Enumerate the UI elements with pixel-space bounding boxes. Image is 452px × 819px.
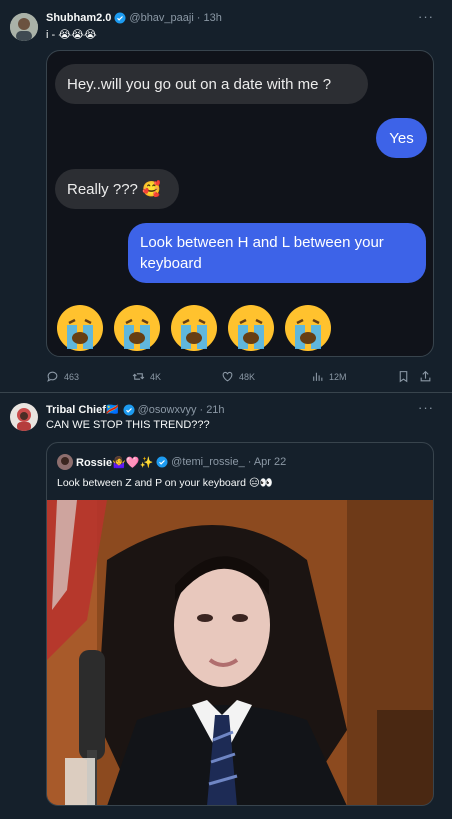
avatar[interactable] xyxy=(10,13,38,41)
tweet-tribal-chief[interactable]: Tribal Chief🇨🇩 @osowxvyy · 21h ··· CAN W… xyxy=(0,394,452,819)
timestamp[interactable]: · 21h xyxy=(199,404,224,416)
handle[interactable]: @bhav_paaji xyxy=(129,12,193,24)
reply-icon xyxy=(47,371,58,382)
retweet-icon xyxy=(132,373,145,380)
tweet-text: CAN WE STOP THIS TREND??? xyxy=(46,419,210,431)
like-icon xyxy=(222,371,233,382)
action-bar: 463 4K 48K 12M xyxy=(46,370,434,384)
tweet-shubham[interactable]: Shubham2.0 @bhav_paaji · 13h ··· i - 😭😭😭… xyxy=(0,0,452,393)
retweet-button[interactable]: 4K xyxy=(132,370,161,383)
quoted-timestamp[interactable]: · Apr 22 xyxy=(248,456,287,468)
verified-icon xyxy=(156,456,168,468)
bookmark-button[interactable] xyxy=(397,370,410,383)
crying-emoji-icon xyxy=(228,305,274,351)
tweet-header: Tribal Chief🇨🇩 @osowxvyy · 21h xyxy=(46,403,225,417)
chat-bubble-received: Really ??? 🥰 xyxy=(55,169,179,209)
quoted-display-name[interactable]: Rossie🤷‍♀️🩷✨ xyxy=(76,456,153,469)
timestamp[interactable]: · 13h xyxy=(197,12,222,24)
tweet-header: Shubham2.0 @bhav_paaji · 13h xyxy=(46,12,222,24)
retweet-count: 4K xyxy=(150,371,162,382)
quoted-handle[interactable]: @temi_rossie_ xyxy=(171,456,245,468)
quoted-avatar[interactable] xyxy=(57,454,73,470)
chat-bubble-received: Hey..will you go out on a date with me ? xyxy=(55,64,368,104)
reply-count: 463 xyxy=(64,371,80,382)
chat-bubble-sent: Yes xyxy=(376,118,427,158)
verified-icon xyxy=(123,404,135,416)
quoted-tweet[interactable]: Rossie🤷‍♀️🩷✨ @temi_rossie_ · Apr 22 Look… xyxy=(46,442,434,806)
handle[interactable]: @osowxvyy xyxy=(138,404,197,416)
views-button[interactable]: 12M xyxy=(311,370,347,383)
avatar[interactable] xyxy=(10,403,38,431)
crying-emoji-icon xyxy=(285,305,331,351)
views-icon xyxy=(313,372,323,381)
reply-button[interactable]: 463 xyxy=(46,370,79,383)
verified-icon xyxy=(114,12,126,24)
bookmark-icon xyxy=(399,371,408,383)
crying-emoji-row xyxy=(55,303,333,353)
share-button[interactable] xyxy=(419,370,432,383)
chat-bubble-sent: Look between H and L between your keyboa… xyxy=(128,223,426,283)
crying-emoji-icon xyxy=(171,305,217,351)
share-icon xyxy=(420,370,431,382)
crying-emoji-icon xyxy=(114,305,160,351)
chat-bubble-line: keyboard xyxy=(140,255,202,272)
tweet-text: i - 😭😭😭 xyxy=(46,29,97,41)
more-icon[interactable]: ··· xyxy=(418,400,434,415)
crying-emoji-icon xyxy=(57,305,103,351)
quoted-tweet-text: Look between Z and P on your keyboard 😑👀 xyxy=(57,477,273,489)
like-button[interactable]: 48K xyxy=(221,370,255,383)
like-count: 48K xyxy=(239,371,256,382)
display-name[interactable]: Tribal Chief🇨🇩 xyxy=(46,403,120,416)
tweet-image-chat[interactable]: Hey..will you go out on a date with me ?… xyxy=(46,50,434,357)
more-icon[interactable]: ··· xyxy=(418,9,434,24)
quoted-tweet-gif[interactable] xyxy=(47,500,433,806)
display-name[interactable]: Shubham2.0 xyxy=(46,12,111,24)
quoted-tweet-header: Rossie🤷‍♀️🩷✨ @temi_rossie_ · Apr 22 xyxy=(57,454,286,470)
chat-bubble-line: Look between H and L between your xyxy=(140,234,384,251)
views-count: 12M xyxy=(329,371,347,382)
